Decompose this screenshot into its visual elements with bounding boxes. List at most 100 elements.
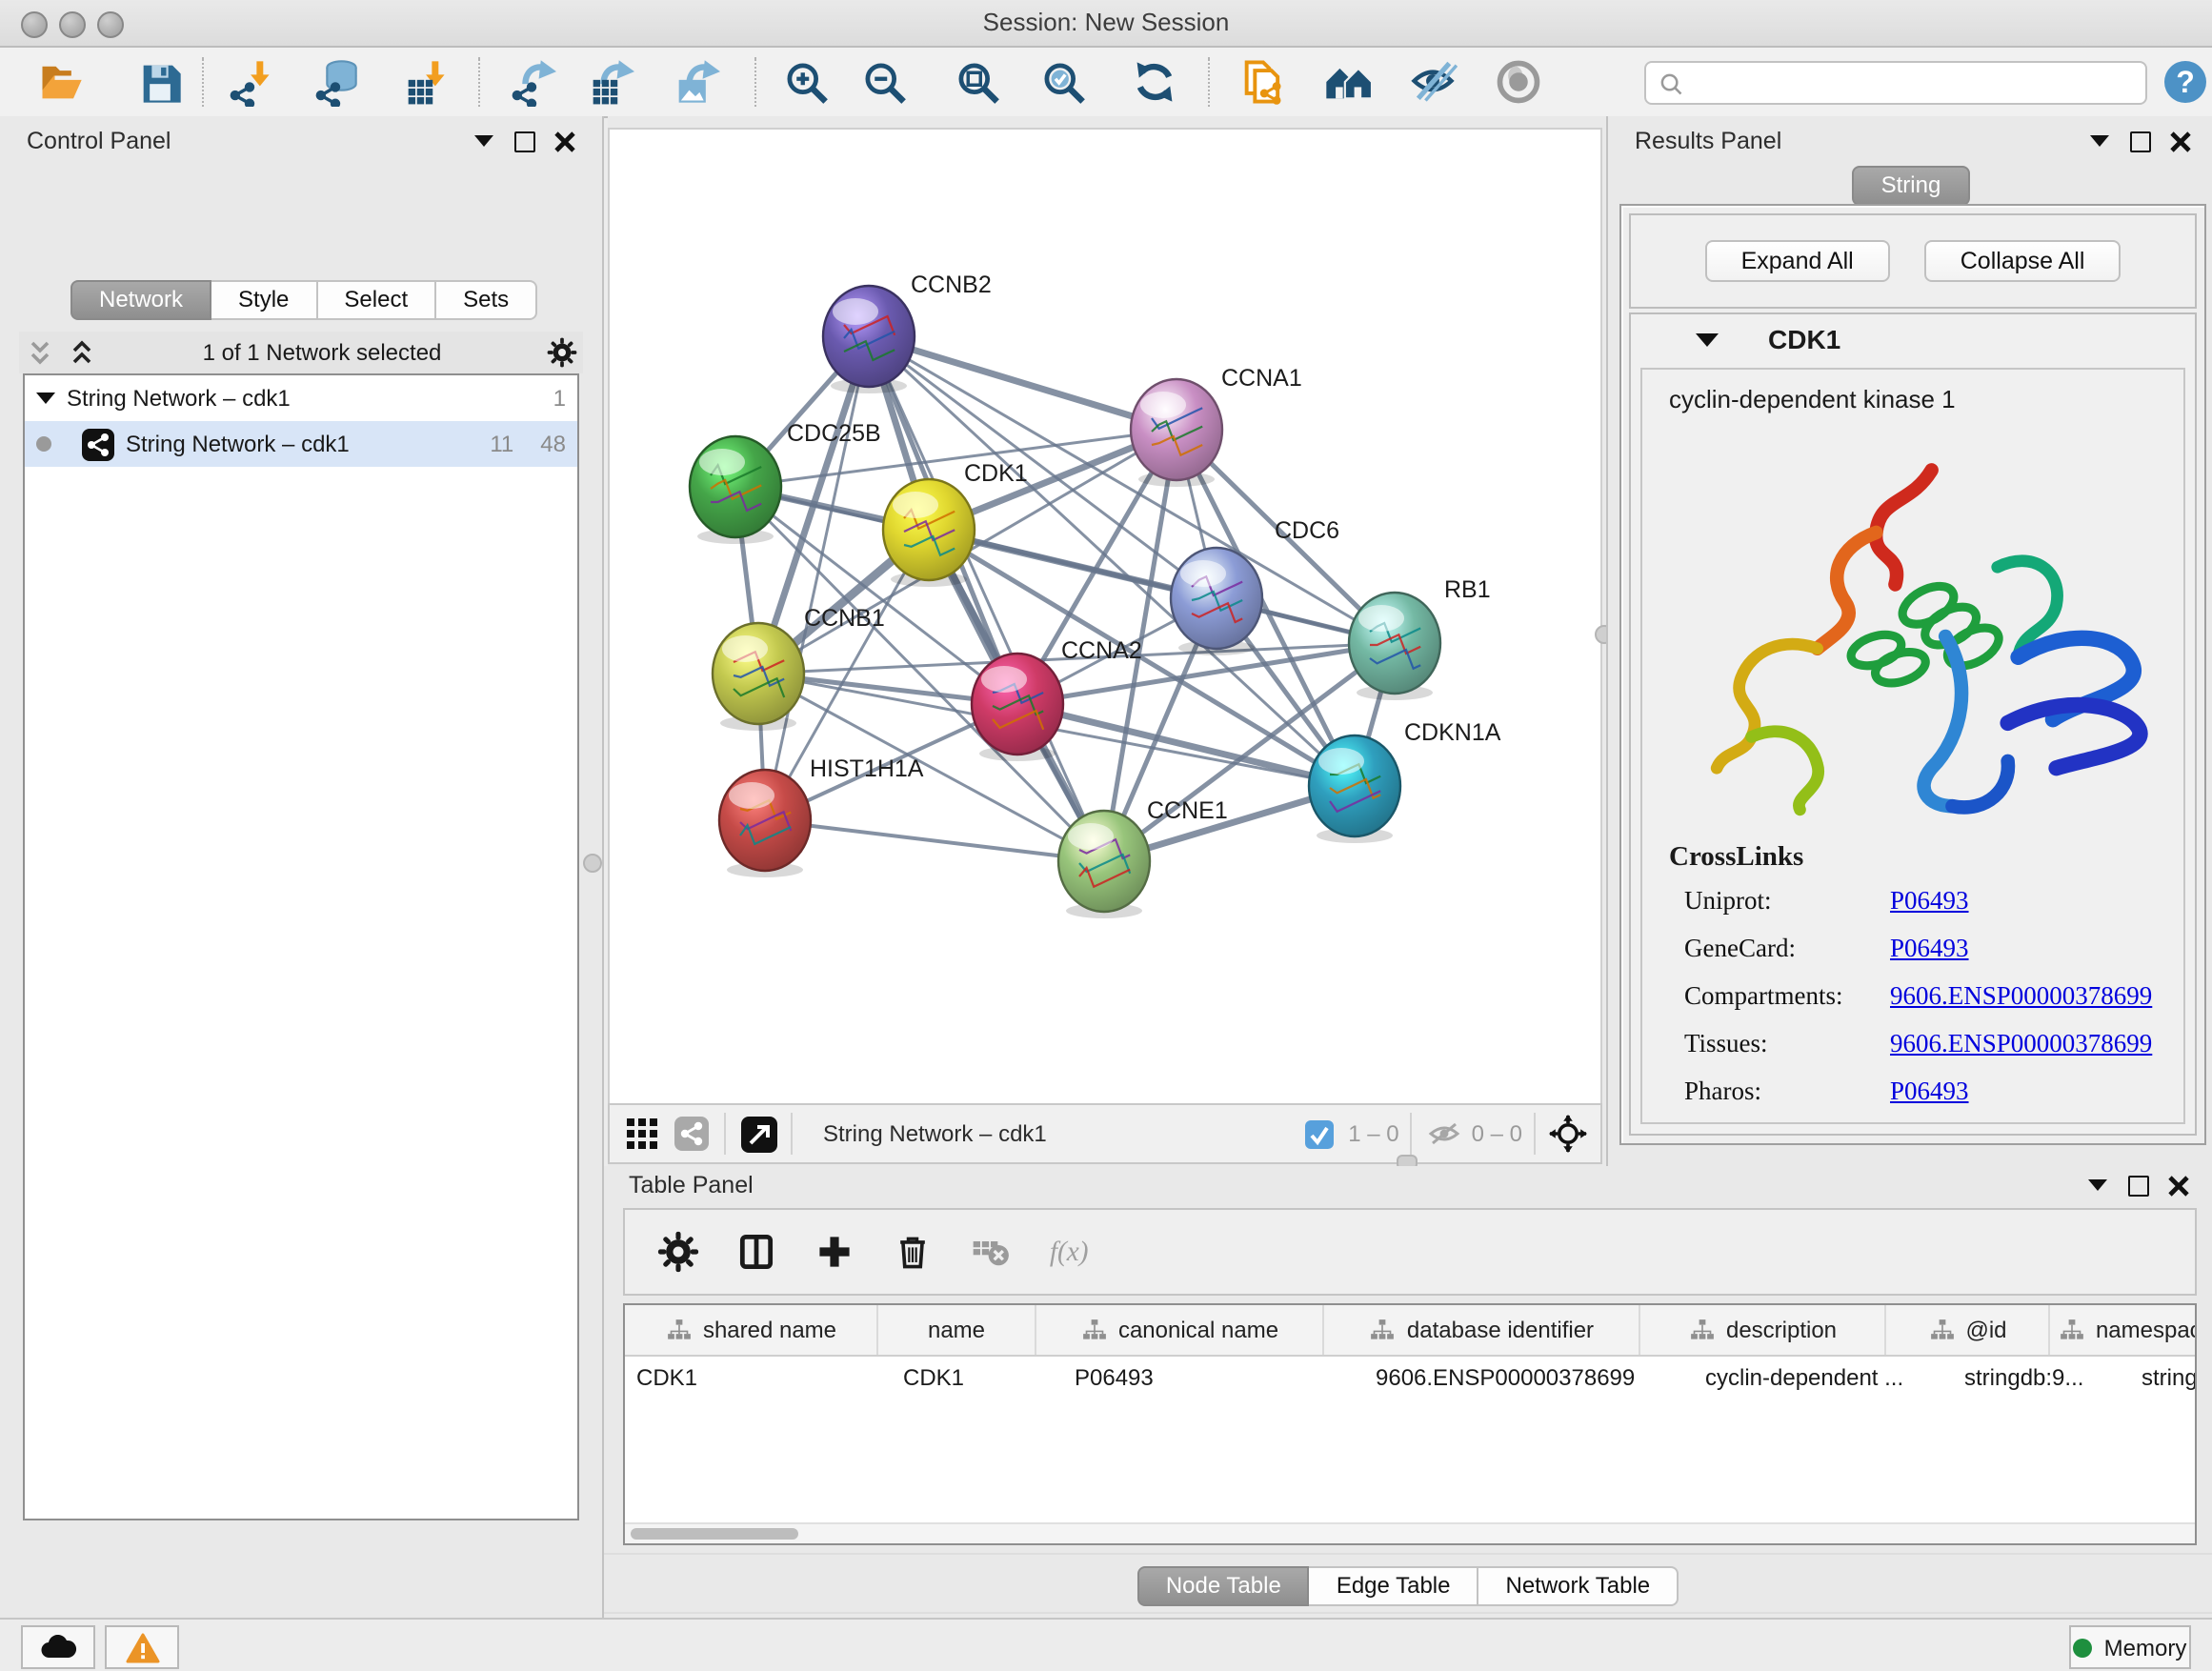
crosslink-link[interactable]: 9606.ENSP00000378699 <box>1890 1029 2152 1059</box>
column-header-shared-name[interactable]: shared name <box>625 1305 878 1355</box>
tab-string[interactable]: String <box>1853 166 1970 206</box>
birdseye-view-icon[interactable] <box>737 1113 779 1155</box>
tab-sets[interactable]: Sets <box>436 280 537 320</box>
import-network-icon[interactable] <box>223 55 276 109</box>
table-toolbar: f(x) <box>623 1208 2197 1296</box>
save-session-icon[interactable] <box>133 55 187 109</box>
application-window: Session: New Session ? Control Panel Net… <box>0 0 2212 1671</box>
table-horizontal-scrollbar[interactable] <box>625 1522 2195 1543</box>
panel-menu-icon[interactable] <box>473 130 495 152</box>
crosslink-link[interactable]: P06493 <box>1890 1077 1969 1107</box>
left-splitter-handle[interactable] <box>583 854 602 873</box>
cloud-status-button[interactable] <box>21 1625 95 1669</box>
selected-counts: 1 – 0 <box>1348 1120 1398 1147</box>
results-panel: Results Panel String Expand All Collapse… <box>1606 116 2212 1166</box>
node-label-CCNB2: CCNB2 <box>911 272 992 298</box>
node-CDK1[interactable] <box>883 479 975 587</box>
panel-close-icon[interactable] <box>2166 1174 2189 1197</box>
selected-checkbox-icon[interactable] <box>1298 1113 1340 1155</box>
node-CCNE1[interactable] <box>1058 811 1150 918</box>
function-builder-icon[interactable]: f(x) <box>1046 1229 1092 1275</box>
panel-float-icon[interactable] <box>513 130 535 152</box>
gene-description: cyclin-dependent kinase 1 <box>1642 370 2183 413</box>
zoom-fit-icon[interactable] <box>951 55 1004 109</box>
tab-style[interactable]: Style <box>211 280 317 320</box>
zoom-in-icon[interactable] <box>779 55 833 109</box>
node-CDC25B[interactable] <box>690 436 781 544</box>
expand-all-button[interactable]: Expand All <box>1705 240 1890 282</box>
fit-selected-crosshair-icon[interactable] <box>1547 1113 1589 1155</box>
network-canvas[interactable]: CCNB2CCNA1CDC25BCDK1CDC6RB1CCNB1CCNA2CDK… <box>608 128 1602 1107</box>
table-row[interactable]: CDK1CDK1P064939606.ENSP00000378699cyclin… <box>625 1357 2195 1402</box>
node-RB1[interactable] <box>1349 593 1440 700</box>
import-table-icon[interactable] <box>398 55 452 109</box>
collapse-all-networks-icon[interactable] <box>19 332 61 373</box>
column-header-canonical-name[interactable]: canonical name <box>1036 1305 1324 1355</box>
node-CDKN1A[interactable] <box>1309 735 1400 843</box>
crosslink-link[interactable]: P06493 <box>1890 934 1969 964</box>
home-string-icon[interactable] <box>1320 55 1374 109</box>
warning-status-button[interactable] <box>105 1625 179 1669</box>
network-overview-icon[interactable] <box>671 1113 713 1155</box>
toolbar-separator <box>1208 57 1210 107</box>
column-header-name[interactable]: name <box>878 1305 1036 1355</box>
collapse-all-button[interactable]: Collapse All <box>1924 240 2122 282</box>
open-session-file-icon[interactable] <box>1237 55 1290 109</box>
tab-node-table[interactable]: Node Table <box>1137 1566 1310 1606</box>
svg-text:f(x): f(x) <box>1050 1237 1089 1267</box>
tab-edge-table[interactable]: Edge Table <box>1310 1566 1479 1606</box>
tab-network[interactable]: Network <box>70 280 211 320</box>
tab-select[interactable]: Select <box>317 280 436 320</box>
column-header-description[interactable]: description <box>1640 1305 1886 1355</box>
export-network-icon[interactable] <box>505 55 558 109</box>
zoom-selected-icon[interactable] <box>1036 55 1090 109</box>
collapse-gene-icon[interactable] <box>1696 331 1719 348</box>
edge-CCNB2-CCNA1[interactable] <box>869 336 1176 430</box>
column-header-database-identifier[interactable]: database identifier <box>1324 1305 1640 1355</box>
node-CCNB1[interactable] <box>713 623 804 731</box>
search-input[interactable] <box>1692 68 2134 98</box>
add-column-icon[interactable] <box>812 1229 857 1275</box>
crosslink-link[interactable]: P06493 <box>1890 886 1969 916</box>
collection-count: 1 <box>553 385 566 412</box>
panel-float-icon[interactable] <box>2126 1174 2149 1197</box>
panel-close-icon[interactable] <box>553 130 575 152</box>
hide-panel-eye-icon[interactable] <box>1406 55 1459 109</box>
network-row[interactable]: String Network – cdk1 11 48 <box>25 421 577 467</box>
gear-icon[interactable] <box>655 1229 701 1275</box>
show-grid-icon[interactable] <box>621 1113 663 1155</box>
expand-all-networks-icon[interactable] <box>61 332 103 373</box>
open-session-icon[interactable] <box>34 55 88 109</box>
export-image-icon[interactable] <box>669 55 722 109</box>
search-field[interactable] <box>1644 61 2147 105</box>
crosslink-row: Uniprot:P06493 <box>1669 886 2152 916</box>
help-button[interactable]: ? <box>2159 55 2212 109</box>
crosslink-link[interactable]: 9606.ENSP00000378699 <box>1890 981 2152 1012</box>
panel-menu-icon[interactable] <box>2088 130 2111 152</box>
node-CCNB2[interactable] <box>823 286 915 393</box>
node-CCNA1[interactable] <box>1131 379 1222 487</box>
refresh-icon[interactable] <box>1128 55 1181 109</box>
delete-table-icon[interactable] <box>968 1229 1014 1275</box>
panel-close-icon[interactable] <box>2168 130 2191 152</box>
node-HIST1H1A[interactable] <box>719 770 811 877</box>
node-CCNA2[interactable] <box>972 654 1063 761</box>
zoom-out-icon[interactable] <box>857 55 911 109</box>
memory-button[interactable]: Memory <box>2069 1625 2191 1669</box>
delete-column-icon[interactable] <box>890 1229 935 1275</box>
export-table-icon[interactable] <box>583 55 636 109</box>
edge-CCNE1-HIST1H1A[interactable] <box>765 820 1104 861</box>
tab-network-table[interactable]: Network Table <box>1479 1566 1679 1606</box>
panel-menu-icon[interactable] <box>2086 1174 2109 1197</box>
network-options-gear-icon[interactable] <box>541 332 583 373</box>
node-table: shared namenamecanonical namedatabase id… <box>623 1303 2197 1545</box>
table-panel-title: Table Panel <box>629 1172 754 1198</box>
network-collection-row[interactable]: String Network – cdk1 1 <box>25 375 577 421</box>
edge-CCNB2-CCNE1[interactable] <box>869 336 1104 861</box>
column-header-namespace[interactable]: namespace <box>2050 1305 2197 1355</box>
show-eye-icon[interactable] <box>1492 55 1545 109</box>
columns-icon[interactable] <box>734 1229 779 1275</box>
column-header-@id[interactable]: @id <box>1886 1305 2050 1355</box>
panel-float-icon[interactable] <box>2128 130 2151 152</box>
import-network-database-icon[interactable] <box>309 55 362 109</box>
